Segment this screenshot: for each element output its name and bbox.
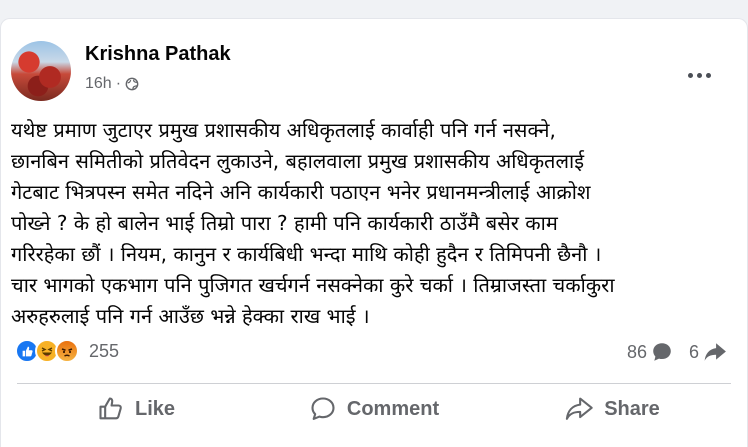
comment-icon [309,395,337,423]
author-name[interactable]: Krishna Pathak [85,43,231,66]
like-label: Like [134,397,176,420]
engagement-counts: 86 6 [627,341,727,363]
avatar[interactable] [11,41,71,101]
action-bar: Like Comment Share [17,389,731,429]
share-button[interactable]: Share [493,389,731,429]
comment-bubble-icon [651,341,673,363]
reaction-summary[interactable]: 255 [15,339,119,363]
comment-count-link[interactable]: 86 [627,341,673,363]
comment-count: 86 [626,341,647,362]
reaction-count: 255 [89,340,120,361]
post-body: यथेष्ट प्रमाण जुटाएर प्रमुख प्रशासकीय अध… [11,118,615,328]
more-options-icon[interactable] [679,63,719,87]
meta-separator: · [115,75,122,92]
post-timestamp[interactable]: 16h [85,75,112,93]
share-count-link[interactable]: 6 [689,341,727,363]
share-arrow-icon [703,341,727,363]
divider [17,383,731,384]
post-card: Krishna Pathak 16h · यथेष्ट प्रमाण जुटाए… [0,18,748,447]
share-icon [564,395,594,423]
comment-button[interactable]: Comment [255,389,493,429]
post-meta: 16h · [85,75,139,93]
globe-icon[interactable] [125,77,139,91]
thumbs-up-icon [97,395,125,423]
like-button[interactable]: Like [17,389,255,429]
share-count: 6 [688,341,699,362]
comment-label: Comment [346,397,440,420]
share-label: Share [604,397,660,420]
angry-reaction-icon [55,339,79,363]
